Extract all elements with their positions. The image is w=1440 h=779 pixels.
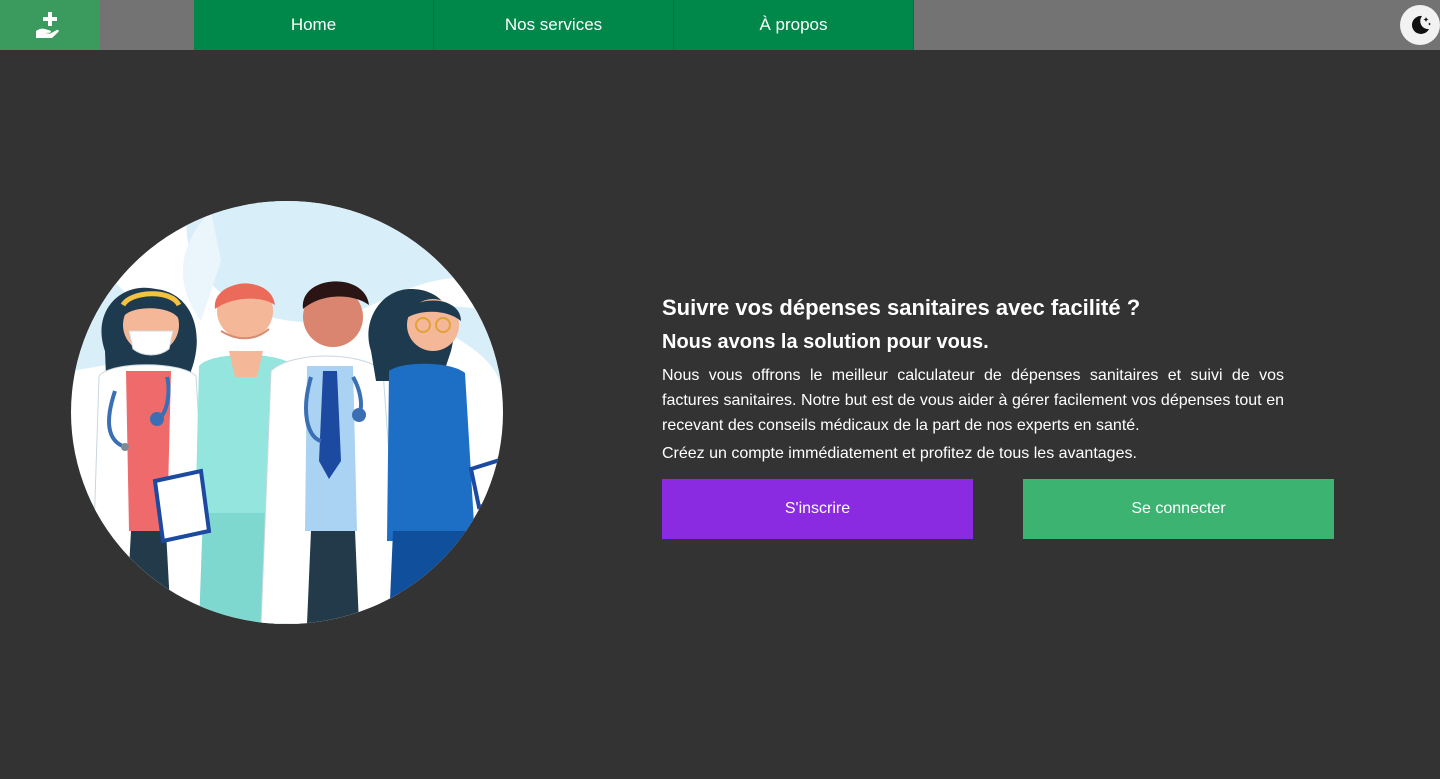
nav-about[interactable]: À propos [674,0,914,50]
main-nav: Home Nos services À propos [194,0,914,50]
hand-holding-medical-icon [36,12,59,38]
signup-button[interactable]: S'inscrire [662,479,973,539]
nav-home[interactable]: Home [194,0,434,50]
theme-toggle-button[interactable] [1400,5,1440,45]
medical-team-illustration [71,201,503,624]
hero-cta-text: Créez un compte immédiatement et profite… [662,445,1137,462]
hero-text: Suivre vos dépenses sanitaires avec faci… [662,292,1284,465]
hero-headline: Suivre vos dépenses sanitaires avec faci… [662,295,1141,320]
nav-services[interactable]: Nos services [434,0,674,50]
hero-subheadline: Nous avons la solution pour vous. [662,331,989,353]
logo-button[interactable] [0,0,100,50]
top-navbar: Home Nos services À propos [0,0,1440,50]
moon-stars-icon [1411,15,1431,34]
hero-description: Nous vous offrons le meilleur calculateu… [662,367,1284,434]
login-button[interactable]: Se connecter [1023,479,1334,539]
